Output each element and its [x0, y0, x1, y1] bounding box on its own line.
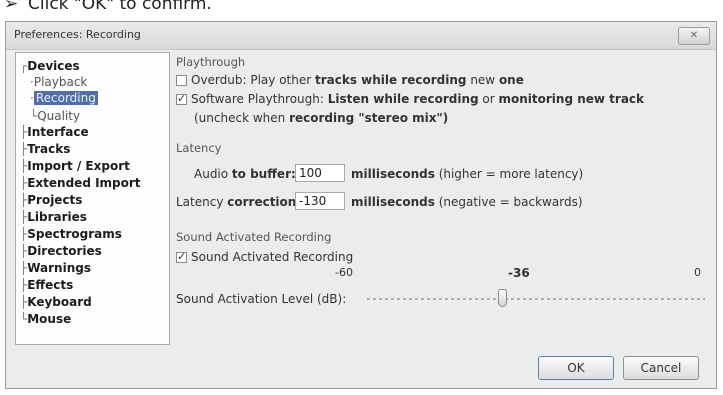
software-playthrough-label-part: or — [478, 92, 499, 106]
software-playthrough-checkbox[interactable] — [176, 92, 187, 105]
overdub-label-part: one — [498, 73, 524, 87]
window-title: Preferences: Recording — [14, 28, 141, 41]
sound-activated-option[interactable]: Sound Activated Recording — [176, 250, 353, 264]
software-playthrough-label: Software Playthrough: Listen while recor… — [191, 92, 644, 106]
playthrough-note-part: recording "stereo mix") — [289, 111, 449, 125]
tree-item-tracks[interactable]: ├Tracks — [20, 142, 70, 156]
tree-item-label: Warnings — [27, 261, 91, 275]
tree-item-recording[interactable]: · Recording — [30, 91, 98, 105]
correction-label: Latency correction: — [176, 195, 301, 209]
overdub-option[interactable]: Overdub: Play other tracks while recordi… — [176, 73, 524, 87]
correction-unit-part: milliseconds — [351, 195, 435, 209]
tree-item-label: Interface — [27, 125, 89, 139]
activation-level-label: Sound Activation Level (dB): — [176, 292, 347, 306]
buffer-unit-part: (higher = more latency) — [434, 167, 584, 181]
tree-item-quality[interactable]: └Quality — [30, 109, 80, 123]
close-icon: ✕ — [689, 30, 699, 41]
tree-item-directories[interactable]: ├Directories — [20, 244, 102, 258]
instruction-caption: ➢ Click "OK" to confirm. — [0, 0, 723, 16]
sound-activated-checkbox[interactable] — [176, 250, 187, 263]
preferences-category-tree[interactable]: ┌Devices ·Playback · Recording └Quality ├… — [15, 52, 170, 345]
activation-level-slider-thumb[interactable] — [498, 289, 508, 307]
slider-min-label: -60 — [335, 266, 353, 279]
buffer-label: Audio to buffer: — [194, 167, 296, 181]
preferences-dialog: Preferences: Recording ✕ ┌Devices ·Playb… — [5, 21, 717, 389]
software-playthrough-label-part: Software Playthrough: — [191, 92, 328, 106]
tree-item-label: Keyboard — [27, 295, 92, 309]
tree-item-projects[interactable]: ├Projects — [20, 193, 82, 207]
overdub-checkbox[interactable] — [176, 74, 187, 86]
tree-item-label: Extended Import — [27, 176, 141, 190]
tree-item-label: Quality — [37, 109, 81, 123]
tree-item-label: Mouse — [27, 312, 72, 326]
tree-item-warnings[interactable]: ├Warnings — [20, 261, 91, 275]
tree-item-label: Devices — [27, 59, 80, 73]
software-playthrough-option[interactable]: Software Playthrough: Listen while recor… — [176, 92, 644, 106]
tree-item-label: Spectrograms — [27, 227, 122, 241]
tree-item-import-export[interactable]: ├Import / Export — [20, 159, 130, 173]
tree-item-mouse[interactable]: └Mouse — [20, 312, 71, 326]
audio-buffer-input[interactable] — [295, 164, 345, 182]
tree-item-libraries[interactable]: ├Libraries — [20, 210, 87, 224]
tree-item-keyboard[interactable]: ├Keyboard — [20, 295, 92, 309]
tree-item-label: Effects — [27, 278, 74, 292]
overdub-label-part: new — [466, 73, 499, 87]
tree-item-label: Libraries — [27, 210, 87, 224]
software-playthrough-label-part: monitoring new track — [498, 92, 645, 106]
latency-correction-input[interactable] — [295, 192, 345, 210]
tree-item-spectrograms[interactable]: ├Spectrograms — [20, 227, 122, 241]
tree-item-playback[interactable]: ·Playback — [30, 75, 87, 89]
arrow-bullet-icon: ➢ — [4, 0, 19, 14]
tree-item-effects[interactable]: ├Effects — [20, 278, 73, 292]
ok-button[interactable]: OK — [538, 356, 614, 380]
correction-label-part: correction: — [227, 195, 302, 209]
buffer-unit-label: milliseconds (higher = more latency) — [351, 167, 583, 181]
software-playthrough-label-part: Listen while recording — [327, 92, 479, 106]
tree-item-label: Directories — [27, 244, 102, 258]
tree-item-label: Import / Export — [27, 159, 130, 173]
tree-item-label: Playback — [33, 75, 88, 89]
slider-max-label: 0 — [694, 266, 701, 279]
correction-unit-part: (negative = backwards) — [434, 195, 583, 209]
playthrough-note-part: (uncheck when — [194, 111, 290, 125]
buffer-unit-part: milliseconds — [351, 167, 435, 181]
buffer-label-part: Audio — [194, 167, 232, 181]
latency-heading: Latency — [176, 141, 222, 155]
overdub-label-part: Overdub: Play other — [191, 73, 315, 87]
tree-item-label: Projects — [27, 193, 83, 207]
tree-item-interface[interactable]: ├Interface — [20, 125, 89, 139]
close-button[interactable]: ✕ — [678, 27, 710, 45]
cancel-button[interactable]: Cancel — [623, 356, 699, 380]
title-bar[interactable]: Preferences: Recording ✕ — [6, 22, 716, 50]
slider-value-label: -36 — [508, 266, 530, 280]
instruction-text: Click "OK" to confirm. — [28, 0, 212, 14]
playthrough-heading: Playthrough — [176, 55, 246, 69]
sound-activated-label: Sound Activated Recording — [191, 250, 354, 264]
tree-item-devices[interactable]: ┌Devices — [20, 59, 80, 73]
tree-item-label: Tracks — [27, 142, 71, 156]
correction-label-part: Latency — [176, 195, 228, 209]
overdub-label-part: tracks while recording — [314, 73, 467, 87]
correction-unit-label: milliseconds (negative = backwards) — [351, 195, 583, 209]
activation-level-slider-track[interactable] — [367, 298, 705, 300]
tree-item-extended-import[interactable]: ├Extended Import — [20, 176, 141, 190]
playthrough-note: (uncheck when recording "stereo mix") — [194, 111, 448, 125]
sound-activated-heading: Sound Activated Recording — [176, 230, 332, 244]
buffer-label-part: to buffer: — [231, 167, 296, 181]
overdub-label: Overdub: Play other tracks while recordi… — [191, 73, 524, 87]
tree-item-label: Recording — [33, 91, 98, 105]
